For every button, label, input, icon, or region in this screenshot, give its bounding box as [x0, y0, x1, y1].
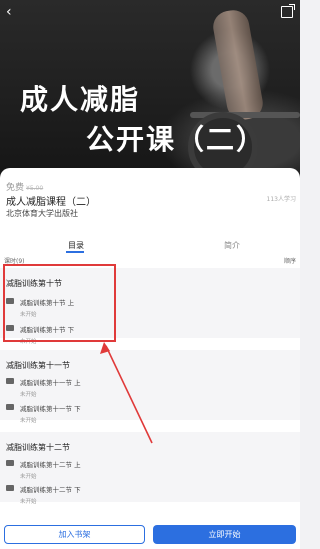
cover-title-line1: 成人减脂 — [20, 83, 141, 116]
bottom-action-bar: 加入书架 立即开始 — [0, 519, 300, 549]
back-icon[interactable]: ‹ — [6, 5, 12, 19]
share-icon[interactable] — [281, 4, 295, 18]
cover-title-line2: 公开课（二） — [86, 123, 267, 156]
start-now-button[interactable]: 立即开始 — [153, 525, 296, 544]
cover-photo-arm — [210, 7, 266, 123]
course-detail-sheet: 免费 ¥5.00 113人学习 成人减脂课程（二） 北京体育大学出版社 目录 简介… — [0, 168, 300, 549]
course-cover: ‹ 成人减脂 公开课（二） — [0, 0, 300, 185]
add-to-shelf-button[interactable]: 加入书架 — [4, 525, 145, 544]
annotation-arrow — [100, 342, 153, 444]
